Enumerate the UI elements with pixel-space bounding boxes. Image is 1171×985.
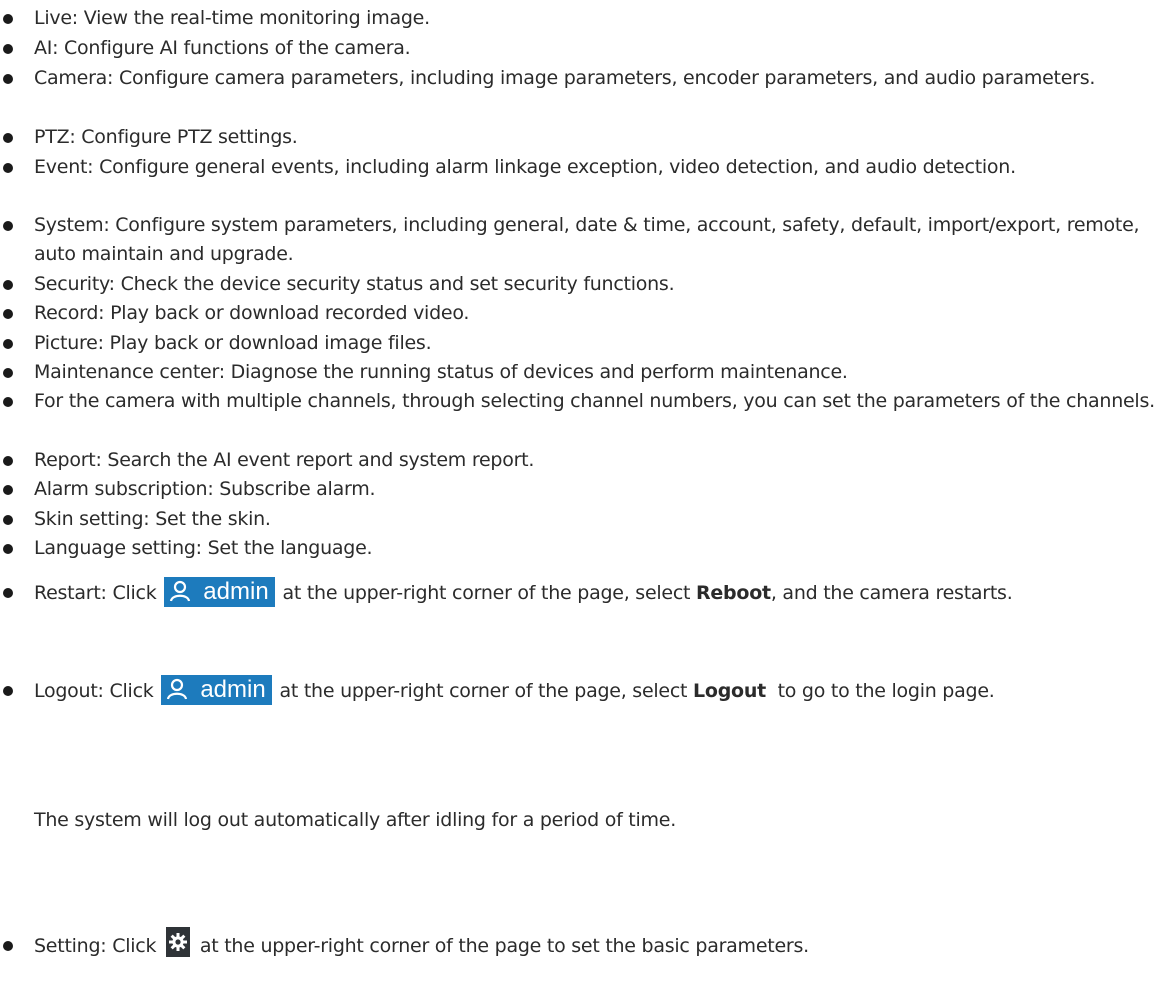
list-item-text: Restart: Click admin at the upper-right … [34,577,1013,607]
list-item-text: Logout: Click admin at the upper-right c… [34,675,995,705]
list-item-text: Skin setting: Set the skin. [34,508,271,530]
list-item-text: Alarm subscription: Subscribe alarm. [34,478,376,500]
list-item-text: Event: Configure general events, includi… [34,156,1016,178]
bullet [3,686,13,696]
bullet [3,280,13,290]
list-item-text: Live: View the real-time monitoring imag… [34,7,430,29]
list-item-text: Camera: Configure camera parameters, inc… [34,67,1096,89]
bullet [3,397,13,407]
bullet [3,485,13,495]
bullet [3,588,13,598]
bullet [3,544,13,554]
list-item-text: PTZ: Configure PTZ settings. [34,126,298,148]
bullet [3,515,13,525]
list-item-text: Maintenance center: Diagnose the running… [34,361,848,383]
bullet [3,368,13,378]
bullet [3,74,13,84]
list-item-text: System: Configure system parameters, inc… [34,214,1140,265]
user-icon [167,678,188,700]
list-item-text: AI: Configure AI functions of the camera… [34,37,411,59]
list-item-text: Security: Check the device security stat… [34,273,675,295]
bullet [3,44,13,54]
bullet [3,339,13,349]
bullet [3,309,13,319]
bullet [3,221,13,231]
bullet [3,14,13,24]
bullet [3,133,13,143]
bullet [3,163,13,173]
bullet [3,456,13,466]
logout-note: The system will log out automatically af… [34,809,677,831]
list-item-text: For the camera with multiple channels, t… [34,390,1155,412]
admin-button[interactable]: admin [161,675,272,705]
admin-button[interactable]: admin [164,577,275,607]
list-item-text: Setting: Click at the upper-right corner… [34,927,1163,961]
list-item-text: Language setting: Set the language. [34,537,373,559]
list-item-text: Picture: Play back or download image fil… [34,332,432,354]
gear-icon [169,933,188,951]
user-icon [170,580,191,602]
list-item-text: Report: Search the AI event report and s… [34,449,535,471]
setting-button[interactable] [166,927,191,957]
list-item-text: Record: Play back or download recorded v… [34,302,470,324]
bullet [3,941,13,951]
